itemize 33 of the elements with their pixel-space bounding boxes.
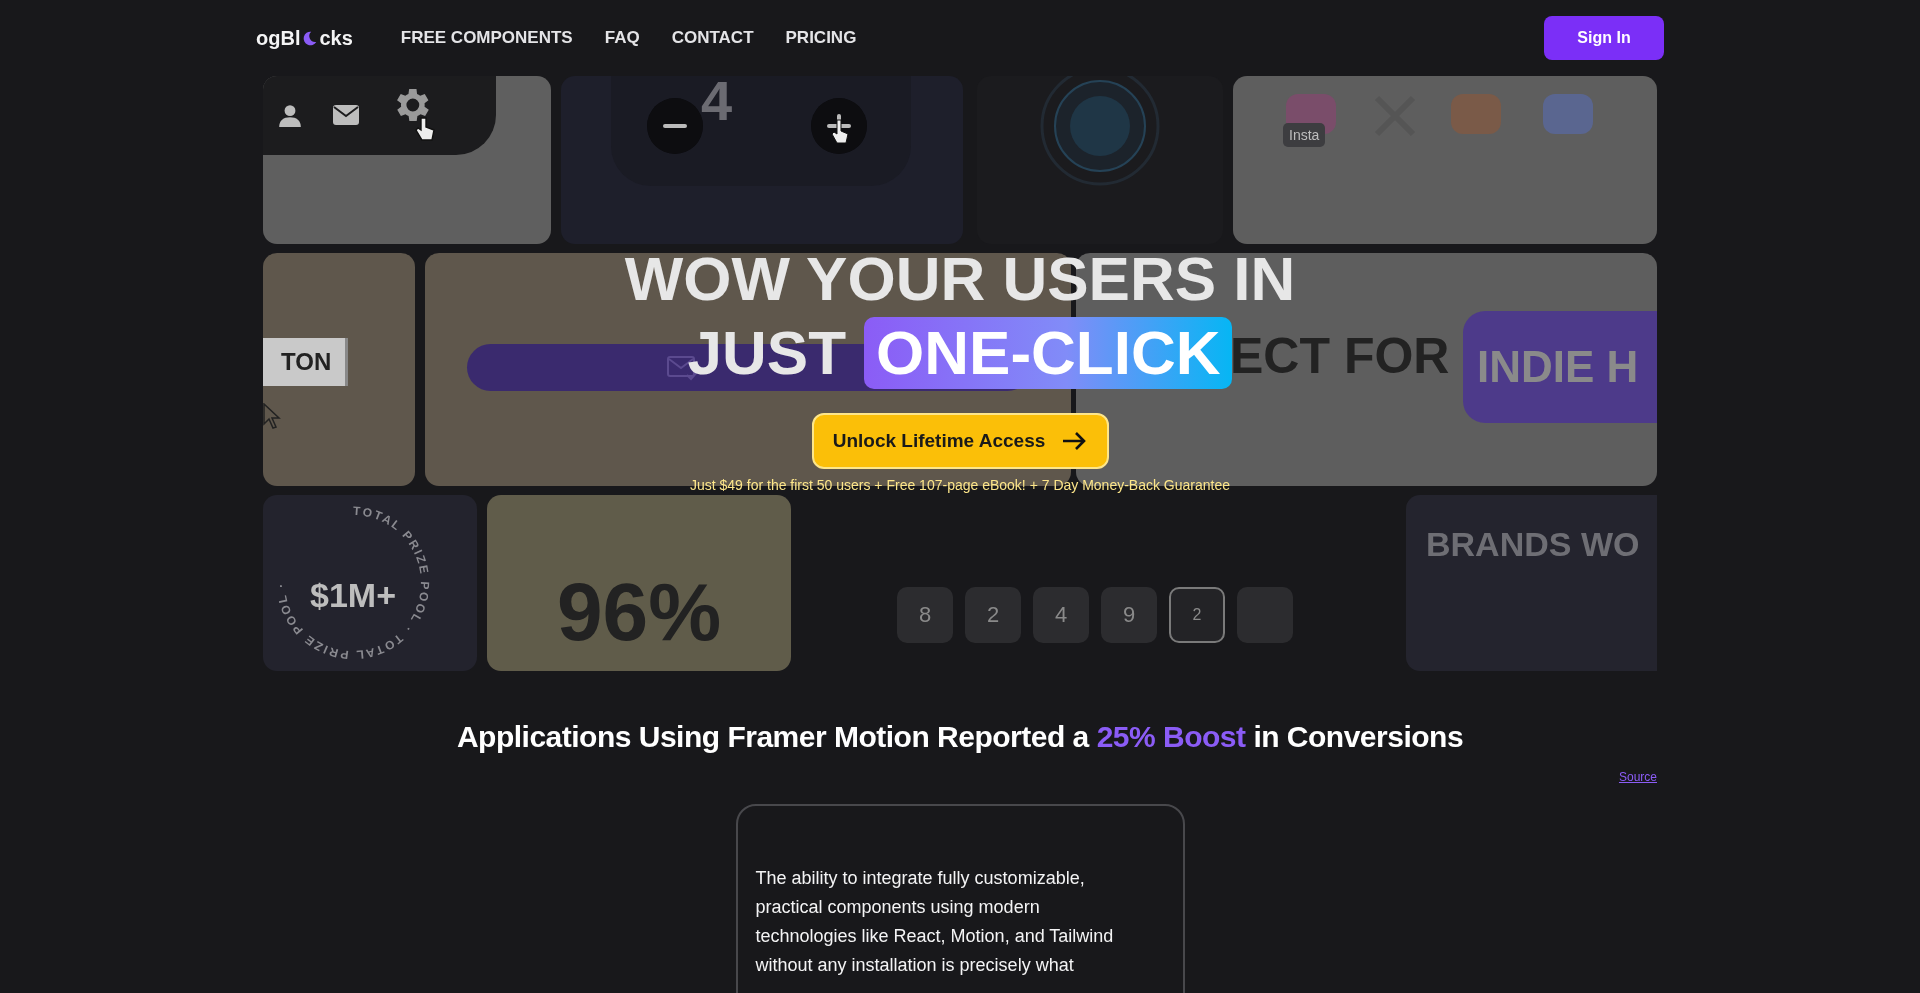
digit-box[interactable]: 8: [897, 587, 953, 643]
digit-box[interactable]: 9: [1101, 587, 1157, 643]
tile-text: BRANDS WO: [1426, 525, 1640, 564]
digit-box[interactable]: 4: [1033, 587, 1089, 643]
unlock-button[interactable]: Unlock Lifetime Access: [811, 413, 1109, 469]
tooltip: Insta: [1283, 123, 1326, 147]
mail-icon: [332, 104, 360, 126]
nav-link[interactable]: FREE COMPONENTS: [400, 28, 573, 48]
digit-box[interactable]: 2: [1169, 587, 1225, 643]
prize-amount: $1M+: [310, 576, 396, 614]
app-icon: [1543, 94, 1593, 134]
counter-digit: 4: [701, 76, 733, 133]
tile-text: ECT FOR: [1230, 327, 1450, 385]
arrow-icon: [1061, 431, 1088, 451]
nav-link[interactable]: FAQ: [604, 28, 640, 48]
section-heading: Applications Using Framer Motion Reported a 25% Boost in Conversions: [456, 720, 1464, 754]
nav-link[interactable]: PRICING: [785, 28, 857, 48]
user-icon: [277, 102, 303, 128]
offer-text: Just $49 for the first 50 users + Free 107-page eBook! + 7 Day Money-Back Guarantee: [689, 477, 1231, 493]
digit-box[interactable]: 2: [965, 587, 1021, 643]
source-link[interactable]: Source: [1618, 770, 1657, 784]
cursor-icon: [263, 403, 283, 429]
nav-link[interactable]: CONTACT: [671, 28, 754, 48]
percent-value: 96%: [555, 565, 723, 659]
sign-in-button[interactable]: Sign In: [1544, 16, 1664, 60]
quote-text: The ability to integrate fully customizable, practical components using modern technologies like React, Motion, and Tailwind without any installation is precisely what: [755, 867, 1115, 977]
headline: WOW YOUR USERS IN: [624, 243, 1296, 315]
app-icon: [1451, 94, 1501, 134]
hand-cursor-icon: [415, 116, 435, 142]
logo[interactable]: ogBl cks: [256, 26, 353, 50]
button-preview: TON: [263, 338, 349, 386]
headline: JUST: [687, 317, 847, 389]
tag: INDIE H: [1463, 311, 1657, 423]
